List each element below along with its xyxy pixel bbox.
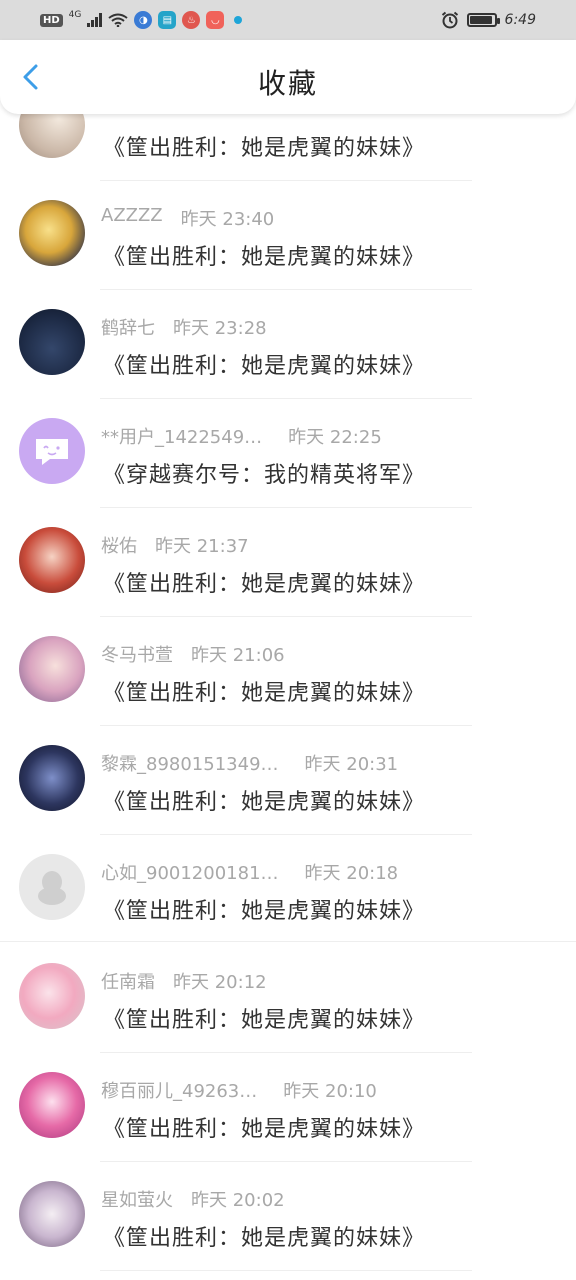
- list-item[interactable]: 黎霖_8980151349… 昨天 20:31 《筐出胜利：她是虎翼的妹妹》: [0, 726, 576, 835]
- list-item[interactable]: **用户_1422549… 昨天 22:25 《穿越赛尔号：我的精英将军》: [0, 399, 576, 508]
- chat-bubble-icon: [36, 439, 68, 465]
- divider: [100, 1270, 472, 1271]
- item-time: 昨天 20:12: [173, 972, 267, 993]
- item-username: 穆百丽儿_49263…: [101, 1081, 258, 1102]
- avatar[interactable]: [19, 745, 85, 811]
- avatar[interactable]: [19, 963, 85, 1029]
- item-book-title[interactable]: 《筐出胜利：她是虎翼的妹妹》: [103, 566, 425, 598]
- item-book-title[interactable]: 《筐出胜利：她是虎翼的妹妹》: [103, 893, 425, 925]
- item-time: 昨天 20:10: [283, 1081, 377, 1102]
- app-icon-store: ◡: [206, 11, 225, 29]
- avatar[interactable]: [19, 418, 85, 484]
- item-time: 昨天 23:28: [173, 318, 267, 339]
- page-title: 收藏: [257, 67, 318, 100]
- notification-dot-icon: [234, 16, 243, 24]
- status-time: 6:49: [504, 12, 536, 28]
- item-book-title[interactable]: 《穿越赛尔号：我的精英将军》: [103, 457, 425, 489]
- item-book-title[interactable]: 《筐出胜利：她是虎翼的妹妹》: [103, 348, 425, 380]
- item-username: **用户_1422549…: [101, 427, 263, 448]
- item-book-title[interactable]: 《筐出胜利：她是虎翼的妹妹》: [103, 1002, 425, 1034]
- hd-icon: HD: [40, 13, 63, 27]
- item-username: 桜佑: [101, 536, 137, 557]
- item-time: 昨天 20:02: [191, 1190, 285, 1211]
- item-book-title[interactable]: 《筐出胜利：她是虎翼的妹妹》: [103, 675, 425, 707]
- app-icon-reader: ▤: [158, 11, 177, 29]
- alarm-icon: [441, 11, 458, 29]
- item-username: 黎霖_8980151349…: [101, 754, 279, 775]
- item-book-title[interactable]: 《筐出胜利：她是虎翼的妹妹》: [103, 239, 425, 271]
- list-item[interactable]: 鹤辞七 昨天 23:28 《筐出胜利：她是虎翼的妹妹》: [0, 290, 576, 399]
- item-username: 鹤辞七: [101, 318, 155, 339]
- item-book-title[interactable]: 《筐出胜利：她是虎翼的妹妹》: [103, 1220, 425, 1252]
- avatar[interactable]: [19, 200, 85, 266]
- signal-icon: [87, 13, 103, 27]
- default-avatar-icon: [38, 871, 66, 905]
- favorites-page: HD 4G ◑ ▤ ♨ ◡ 6:49 《筐出胜利：她是虎翼的妹妹》 AZZZZ …: [0, 0, 576, 1280]
- network-type: 4G: [68, 10, 82, 20]
- item-time: 昨天 23:40: [180, 209, 275, 230]
- item-time: 昨天 21:06: [191, 645, 285, 666]
- wifi-icon: [108, 13, 128, 27]
- list-item[interactable]: 心如_9001200181… 昨天 20:18 《筐出胜利：她是虎翼的妹妹》: [0, 835, 576, 944]
- item-book-title[interactable]: 《筐出胜利：她是虎翼的妹妹》: [103, 130, 425, 162]
- avatar[interactable]: [19, 636, 85, 702]
- item-time: 昨天 20:31: [304, 754, 399, 775]
- item-book-title[interactable]: 《筐出胜利：她是虎翼的妹妹》: [103, 784, 425, 816]
- status-bar: HD 4G ◑ ▤ ♨ ◡ 6:49: [0, 0, 576, 40]
- item-username: AZZZZ: [101, 205, 163, 226]
- list-item[interactable]: 桜佑 昨天 21:37 《筐出胜利：她是虎翼的妹妹》: [0, 508, 576, 617]
- list-item[interactable]: 穆百丽儿_49263… 昨天 20:10 《筐出胜利：她是虎翼的妹妹》: [0, 1053, 576, 1162]
- avatar[interactable]: [19, 1072, 85, 1138]
- item-username: 心如_9001200181…: [101, 863, 279, 884]
- item-username: 星如萤火: [101, 1190, 173, 1211]
- avatar[interactable]: [19, 1181, 85, 1247]
- item-time: 昨天 22:25: [288, 427, 382, 448]
- list-item[interactable]: 任南霜 昨天 20:12 《筐出胜利：她是虎翼的妹妹》: [0, 944, 576, 1053]
- item-book-title[interactable]: 《筐出胜利：她是虎翼的妹妹》: [103, 1111, 425, 1143]
- item-username: 冬马书萱: [101, 645, 173, 666]
- divider: [0, 941, 576, 942]
- app-icon-browser: ◑: [134, 11, 153, 29]
- item-time: 昨天 21:37: [155, 536, 249, 557]
- list-item[interactable]: AZZZZ 昨天 23:40 《筐出胜利：她是虎翼的妹妹》: [0, 181, 576, 290]
- nav-header: 收藏: [0, 40, 576, 114]
- avatar[interactable]: [19, 309, 85, 375]
- avatar[interactable]: [19, 527, 85, 593]
- item-username: 任南霜: [101, 972, 155, 993]
- item-time: 昨天 20:18: [304, 863, 399, 884]
- list-item[interactable]: 星如萤火 昨天 20:02 《筐出胜利：她是虎翼的妹妹》: [0, 1162, 576, 1271]
- list-item[interactable]: 冬马书萱 昨天 21:06 《筐出胜利：她是虎翼的妹妹》: [0, 617, 576, 726]
- avatar[interactable]: [19, 854, 85, 920]
- battery-icon: [466, 13, 500, 27]
- app-icon-news: ♨: [182, 11, 201, 29]
